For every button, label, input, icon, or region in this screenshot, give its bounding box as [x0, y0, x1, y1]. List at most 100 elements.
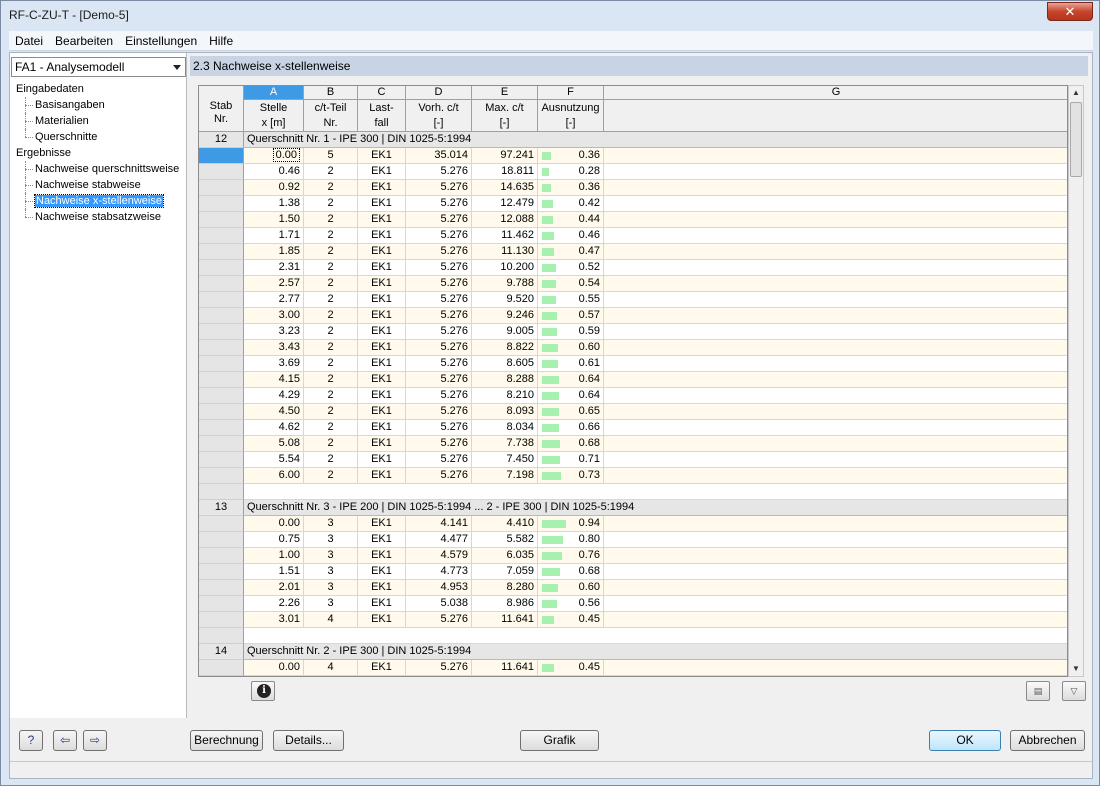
- cell-a[interactable]: 2.01: [244, 580, 304, 596]
- cell-b[interactable]: 2: [304, 340, 358, 356]
- row-header[interactable]: [199, 228, 244, 244]
- cell-b[interactable]: 2: [304, 212, 358, 228]
- cell-d[interactable]: 5.276: [406, 196, 472, 212]
- cell-ausnutzung[interactable]: 0.55: [538, 292, 604, 308]
- cell-e[interactable]: 8.288: [472, 372, 538, 388]
- cell-a[interactable]: 0.92: [244, 180, 304, 196]
- cell-a[interactable]: 0.00: [244, 516, 304, 532]
- cell-g[interactable]: [604, 164, 1067, 180]
- cell-b[interactable]: 2: [304, 372, 358, 388]
- cell-d[interactable]: 5.276: [406, 340, 472, 356]
- cell-g[interactable]: [604, 388, 1067, 404]
- column-letter-g[interactable]: G: [604, 86, 1067, 100]
- cell-a[interactable]: 2.26: [244, 596, 304, 612]
- table-row[interactable]: 3.00 2 EK1 5.276 9.246 0.57: [199, 308, 1067, 324]
- cell-ausnutzung[interactable]: 0.65: [538, 404, 604, 420]
- cell-e[interactable]: 7.450: [472, 452, 538, 468]
- row-header[interactable]: [199, 612, 244, 628]
- cell-e[interactable]: 8.822: [472, 340, 538, 356]
- column-letter-e[interactable]: E: [472, 86, 538, 100]
- scroll-down-icon[interactable]: ▼: [1069, 662, 1083, 676]
- cell-e[interactable]: 11.641: [472, 612, 538, 628]
- cell-c[interactable]: EK1: [358, 660, 406, 676]
- table-row[interactable]: 0.46 2 EK1 5.276 18.811 0.28: [199, 164, 1067, 180]
- cell-b[interactable]: 2: [304, 260, 358, 276]
- cell-c[interactable]: EK1: [358, 196, 406, 212]
- column-letter-d[interactable]: D: [406, 86, 472, 100]
- table-row[interactable]: 2.77 2 EK1 5.276 9.520 0.55: [199, 292, 1067, 308]
- cell-ausnutzung[interactable]: 0.60: [538, 340, 604, 356]
- cell-d[interactable]: 5.038: [406, 596, 472, 612]
- cell-a[interactable]: 4.62: [244, 420, 304, 436]
- help-button[interactable]: ?: [19, 730, 43, 751]
- cell-ausnutzung[interactable]: 0.57: [538, 308, 604, 324]
- menu-datei[interactable]: Datei: [9, 31, 49, 51]
- cell-ausnutzung[interactable]: 0.45: [538, 612, 604, 628]
- cell-b[interactable]: 2: [304, 276, 358, 292]
- cell-g[interactable]: [604, 148, 1067, 164]
- cell-b[interactable]: 4: [304, 660, 358, 676]
- cell-d[interactable]: 5.276: [406, 420, 472, 436]
- table-row[interactable]: 4.15 2 EK1 5.276 8.288 0.64: [199, 372, 1067, 388]
- cell-e[interactable]: 8.034: [472, 420, 538, 436]
- cell-e[interactable]: 11.462: [472, 228, 538, 244]
- row-header[interactable]: [199, 164, 244, 180]
- cell-e[interactable]: 9.005: [472, 324, 538, 340]
- cell-g[interactable]: [604, 324, 1067, 340]
- cell-ausnutzung[interactable]: 0.36: [538, 180, 604, 196]
- cell-a[interactable]: 1.71: [244, 228, 304, 244]
- row-header[interactable]: [199, 212, 244, 228]
- cell-c[interactable]: EK1: [358, 276, 406, 292]
- cell-d[interactable]: 35.014: [406, 148, 472, 164]
- cell-e[interactable]: 8.280: [472, 580, 538, 596]
- cell-c[interactable]: EK1: [358, 420, 406, 436]
- cell-e[interactable]: 8.986: [472, 596, 538, 612]
- cell-g[interactable]: [604, 356, 1067, 372]
- cell-c[interactable]: EK1: [358, 244, 406, 260]
- stab-number[interactable]: 14: [199, 644, 244, 660]
- table-row[interactable]: 3.23 2 EK1 5.276 9.005 0.59: [199, 324, 1067, 340]
- cell-d[interactable]: 5.276: [406, 452, 472, 468]
- cell-g[interactable]: [604, 420, 1067, 436]
- cell-a[interactable]: 0.75: [244, 532, 304, 548]
- cell-c[interactable]: EK1: [358, 404, 406, 420]
- close-button[interactable]: ✕: [1047, 2, 1093, 21]
- row-header[interactable]: [199, 196, 244, 212]
- table-row[interactable]: 4.62 2 EK1 5.276 8.034 0.66: [199, 420, 1067, 436]
- cell-ausnutzung[interactable]: 0.66: [538, 420, 604, 436]
- cell-d[interactable]: 5.276: [406, 436, 472, 452]
- cell-e[interactable]: 7.738: [472, 436, 538, 452]
- tree-node-eingabedaten[interactable]: Eingabedaten: [16, 81, 179, 97]
- cell-e[interactable]: 11.130: [472, 244, 538, 260]
- row-header[interactable]: [199, 372, 244, 388]
- details-button[interactable]: Details...: [273, 730, 344, 751]
- cell-g[interactable]: [604, 548, 1067, 564]
- row-header[interactable]: [199, 660, 244, 676]
- row-header[interactable]: [199, 276, 244, 292]
- cell-g[interactable]: [604, 276, 1067, 292]
- model-select[interactable]: FA1 - Analysemodell: [11, 57, 186, 77]
- cell-e[interactable]: 7.059: [472, 564, 538, 580]
- cell-d[interactable]: 5.276: [406, 308, 472, 324]
- cell-e[interactable]: 4.410: [472, 516, 538, 532]
- vertical-scrollbar[interactable]: ▲ ▼: [1068, 85, 1084, 677]
- cell-e[interactable]: 9.788: [472, 276, 538, 292]
- cell-ausnutzung[interactable]: 0.60: [538, 580, 604, 596]
- table-row[interactable]: 4.29 2 EK1 5.276 8.210 0.64: [199, 388, 1067, 404]
- tree-item-basisangaben[interactable]: Basisangaben: [16, 97, 179, 113]
- cell-c[interactable]: EK1: [358, 324, 406, 340]
- cell-g[interactable]: [604, 532, 1067, 548]
- cell-a[interactable]: 0.00: [244, 148, 304, 164]
- table-row[interactable]: 3.69 2 EK1 5.276 8.605 0.61: [199, 356, 1067, 372]
- row-header[interactable]: [199, 596, 244, 612]
- cell-b[interactable]: 2: [304, 452, 358, 468]
- table-row[interactable]: 5.08 2 EK1 5.276 7.738 0.68: [199, 436, 1067, 452]
- table-view-button[interactable]: ▤: [1026, 681, 1050, 701]
- cell-a[interactable]: 2.31: [244, 260, 304, 276]
- cell-a[interactable]: 2.77: [244, 292, 304, 308]
- cell-a[interactable]: 0.46: [244, 164, 304, 180]
- row-header[interactable]: [199, 516, 244, 532]
- cell-g[interactable]: [604, 212, 1067, 228]
- cell-d[interactable]: 5.276: [406, 612, 472, 628]
- cell-b[interactable]: 3: [304, 564, 358, 580]
